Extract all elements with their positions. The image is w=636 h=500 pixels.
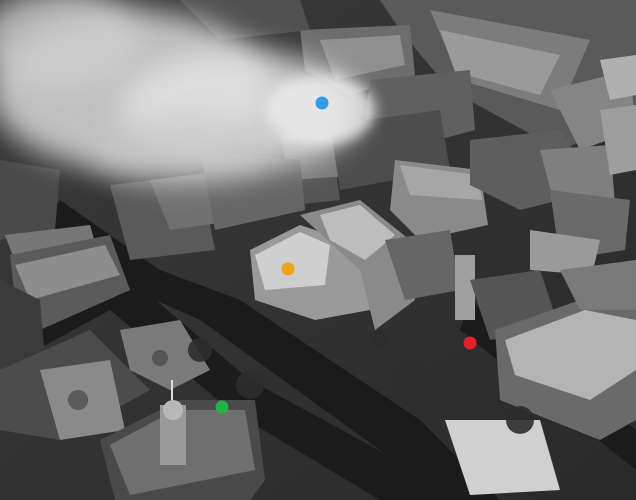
blue-marker[interactable] [315, 96, 329, 110]
orange-marker[interactable] [281, 262, 295, 276]
red-marker[interactable] [463, 336, 477, 350]
green-marker[interactable] [215, 400, 229, 414]
aerial-photo-scene [0, 0, 636, 500]
aerial-photo [0, 0, 636, 500]
